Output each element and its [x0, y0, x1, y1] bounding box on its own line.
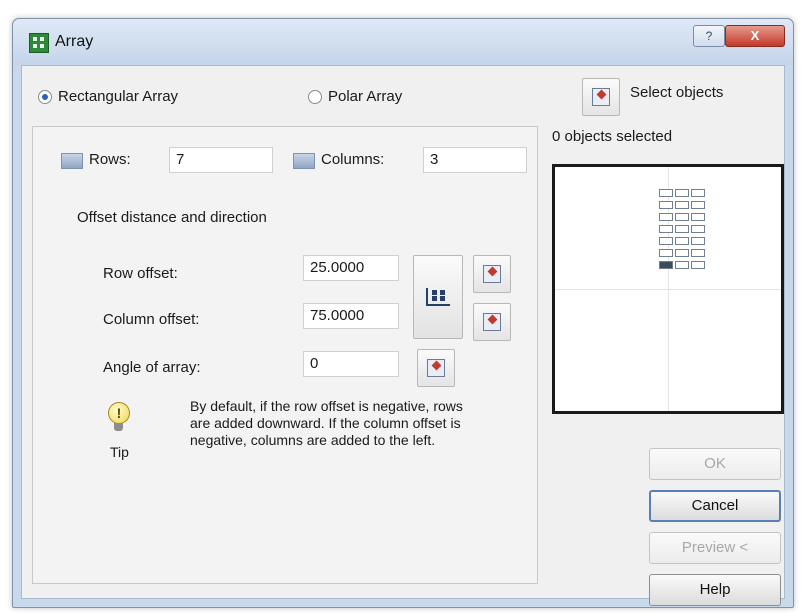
ok-button[interactable]: OK: [649, 448, 781, 480]
pick-row-offset-button[interactable]: [473, 255, 511, 293]
window-title: Array: [55, 33, 94, 50]
radio-selected-icon: [38, 89, 52, 104]
preview-array-cell: [675, 237, 689, 245]
pick-column-offset-button[interactable]: [473, 303, 511, 341]
preview-array-cell: [675, 189, 689, 197]
title-bar[interactable]: Array ? X: [13, 19, 793, 65]
help-button[interactable]: Help: [649, 574, 781, 606]
tip-lightbulb-icon: !: [108, 402, 130, 432]
objects-selected-status: 0 objects selected: [552, 128, 673, 145]
radio-unselected-icon: [308, 89, 322, 104]
angle-of-array-input[interactable]: 0: [303, 351, 399, 377]
preview-array-cell: [691, 189, 705, 197]
column-offset-input[interactable]: 75.0000: [303, 303, 399, 329]
rectangular-array-label: Rectangular Array: [58, 88, 179, 105]
preview-array-cell: [675, 249, 689, 257]
preview-array-cell: [659, 225, 673, 233]
offset-heading: Offset distance and direction: [77, 209, 267, 226]
preview-array-cell: [691, 249, 705, 257]
preview-array-cell: [659, 201, 673, 209]
columns-label: Columns:: [321, 151, 385, 168]
angle-of-array-label: Angle of array:: [103, 359, 201, 376]
select-objects-icon: [592, 88, 610, 106]
preview-array-cell: [659, 213, 673, 221]
pick-offsets-icon: [426, 288, 450, 306]
pick-angle-button[interactable]: [417, 349, 455, 387]
titlebar-help-button[interactable]: ?: [693, 25, 725, 47]
array-preview: [552, 164, 784, 414]
preview-array-cell: [659, 249, 673, 257]
column-offset-label: Column offset:: [103, 311, 200, 328]
pick-row-offset-icon: [483, 265, 501, 283]
preview-array-cell: [691, 213, 705, 221]
pick-angle-icon: [427, 359, 445, 377]
tip-text: By default, if the row offset is negativ…: [190, 398, 463, 448]
preview-array-cell: [675, 213, 689, 221]
row-offset-label: Row offset:: [103, 265, 178, 282]
cancel-button[interactable]: Cancel: [649, 490, 781, 522]
preview-array-cell: [675, 201, 689, 209]
array-dialog: Array ? X Rectangular Array Polar Array …: [12, 18, 794, 608]
rows-icon: [61, 153, 83, 169]
preview-array-cell: [691, 261, 705, 269]
close-button[interactable]: X: [725, 25, 785, 47]
rows-input[interactable]: 7: [169, 147, 273, 173]
preview-grid-line: [555, 289, 781, 290]
array-app-icon: [29, 33, 49, 53]
preview-array-cell: [691, 201, 705, 209]
row-offset-input[interactable]: 25.0000: [303, 255, 399, 281]
preview-button[interactable]: Preview <: [649, 532, 781, 564]
preview-array-cell: [691, 237, 705, 245]
tip-label: Tip: [110, 444, 129, 460]
dialog-body: Rectangular Array Polar Array Select obj…: [21, 65, 785, 606]
array-settings-group: Rows: 7 Columns: 3 Offset distance and d…: [32, 126, 538, 584]
columns-icon: [293, 153, 315, 169]
pick-both-offsets-button[interactable]: [413, 255, 463, 339]
columns-input[interactable]: 3: [423, 147, 527, 173]
polar-array-radio[interactable]: Polar Array: [308, 88, 402, 105]
preview-array-cell: [691, 225, 705, 233]
pick-column-offset-icon: [483, 313, 501, 331]
rectangular-array-radio[interactable]: Rectangular Array: [38, 88, 178, 105]
preview-array-cell: [659, 189, 673, 197]
select-objects-label: Select objects: [630, 84, 724, 101]
select-objects-button[interactable]: [582, 78, 620, 116]
preview-array-cell: [659, 261, 673, 269]
preview-array-cell: [675, 261, 689, 269]
rows-label: Rows:: [89, 151, 131, 168]
preview-array-cell: [659, 237, 673, 245]
preview-array-cell: [675, 225, 689, 233]
polar-array-label: Polar Array: [328, 88, 403, 105]
